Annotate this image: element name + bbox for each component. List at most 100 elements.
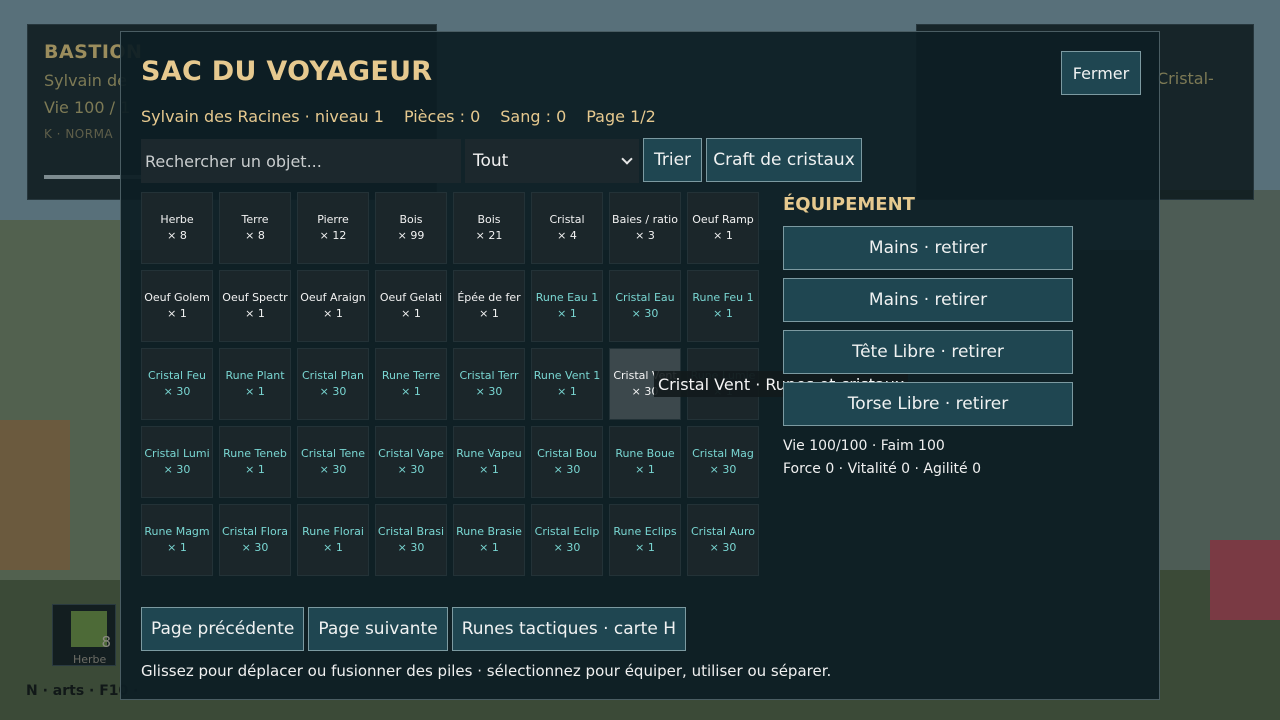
inventory-slot[interactable]: Terre × 8 (219, 192, 291, 264)
inventory-slot[interactable]: Cristal Brasi × 30 (375, 504, 447, 576)
blood-count: Sang : 0 (500, 107, 567, 126)
item-name: Rune Terre (381, 369, 441, 382)
inventory-slot[interactable]: Rune Eau 1 × 1 (531, 270, 603, 342)
search-input[interactable] (141, 139, 461, 183)
item-name: Épée de fer (457, 291, 521, 304)
inventory-slot[interactable]: Cristal Lumi × 30 (141, 426, 213, 498)
player-name-level: Sylvain des Racines · niveau 1 (141, 107, 384, 126)
inventory-slot[interactable]: Cristal Flora × 30 (219, 504, 291, 576)
stats-attributes: Force 0 · Vitalité 0 · Agilité 0 (783, 461, 981, 477)
red-block (1210, 540, 1280, 620)
item-name: Rune Teneb (223, 447, 287, 460)
item-name: Rune Eau 1 (535, 291, 599, 304)
item-count: × 30 (553, 541, 581, 554)
inventory-slot[interactable]: Rune Florai × 1 (297, 504, 369, 576)
close-button[interactable]: Fermer (1061, 51, 1141, 95)
inventory-slot[interactable]: Rune Plant × 1 (219, 348, 291, 420)
item-name: Bois (477, 213, 501, 226)
tactical-runes-button[interactable]: Runes tactiques · carte H (451, 607, 686, 651)
inventory-slot[interactable]: Pierre × 12 (297, 192, 369, 264)
equip-slot-hands-2[interactable]: Mains · retirer (783, 278, 1073, 322)
item-count: × 1 (401, 385, 421, 398)
item-count: × 1 (479, 463, 499, 476)
category-filter-select[interactable]: Tout (465, 139, 639, 183)
item-name: Rune Vent 1 (533, 369, 601, 382)
inventory-slot[interactable]: Rune Eclips × 1 (609, 504, 681, 576)
item-name: Rune Brasie (456, 525, 522, 538)
inventory-slot[interactable]: Rune Teneb × 1 (219, 426, 291, 498)
inventory-slot[interactable]: Rune Terre × 1 (375, 348, 447, 420)
item-name: Cristal Plan (302, 369, 364, 382)
item-name: Cristal Mag (692, 447, 754, 460)
item-count: × 30 (709, 541, 737, 554)
item-count: × 1 (401, 307, 421, 320)
crate-block (0, 420, 70, 570)
item-count: × 30 (163, 463, 191, 476)
inventory-slot[interactable]: Oeuf Gelati × 1 (375, 270, 447, 342)
inventory-slot[interactable]: Baies / ratio × 3 (609, 192, 681, 264)
item-name: Cristal Eau (615, 291, 675, 304)
item-count: × 1 (245, 385, 265, 398)
item-count: × 30 (163, 385, 191, 398)
item-count: × 3 (635, 229, 655, 242)
inventory-slot[interactable]: Oeuf Araign × 1 (297, 270, 369, 342)
item-count: × 1 (635, 463, 655, 476)
item-name: Cristal Feu (147, 369, 207, 382)
item-count: × 21 (475, 229, 503, 242)
equip-slot-torso[interactable]: Torse Libre · retirer (783, 382, 1073, 426)
inventory-slot[interactable]: Cristal Bou × 30 (531, 426, 603, 498)
hotbar-slot[interactable]: 8 Herbe (52, 604, 116, 666)
item-count: × 1 (713, 229, 733, 242)
modal-title: SAC DU VOYAGEUR (141, 56, 433, 87)
inventory-slot[interactable]: Oeuf Golem × 1 (141, 270, 213, 342)
item-name: Cristal Tene (301, 447, 365, 460)
item-count: × 30 (397, 463, 425, 476)
stats-vitals: Vie 100/100 · Faim 100 (783, 438, 945, 454)
hotbar-count: 8 (101, 633, 111, 651)
equip-slot-head[interactable]: Tête Libre · retirer (783, 330, 1073, 374)
inventory-slot[interactable]: Cristal Feu × 30 (141, 348, 213, 420)
quest-text-partial: Cristal- (1157, 69, 1214, 88)
equip-slot-hands-1[interactable]: Mains · retirer (783, 226, 1073, 270)
inventory-slot[interactable]: Herbe × 8 (141, 192, 213, 264)
previous-page-button[interactable]: Page précédente (141, 607, 305, 651)
hotbar-item-name: Herbe (73, 653, 107, 666)
item-name: Oeuf Ramp (692, 213, 754, 226)
item-count: × 1 (245, 307, 265, 320)
inventory-slot[interactable]: Oeuf Ramp × 1 (687, 192, 759, 264)
sort-button[interactable]: Trier (643, 138, 702, 182)
inventory-slot[interactable]: Bois × 99 (375, 192, 447, 264)
inventory-slot[interactable]: Oeuf Spectr × 1 (219, 270, 291, 342)
item-count: × 30 (319, 385, 347, 398)
inventory-slot[interactable]: Cristal Mag × 30 (687, 426, 759, 498)
item-name: Rune Vapeu (456, 447, 522, 460)
item-name: Oeuf Gelati (379, 291, 443, 304)
item-name: Oeuf Araign (300, 291, 366, 304)
inventory-slot[interactable]: Cristal Vape × 30 (375, 426, 447, 498)
inventory-slot[interactable]: Cristal Terr × 30 (453, 348, 525, 420)
item-count: × 1 (167, 307, 187, 320)
inventory-slot[interactable]: Cristal Plan × 30 (297, 348, 369, 420)
inventory-slot[interactable]: Cristal Eau × 30 (609, 270, 681, 342)
inventory-modal: SAC DU VOYAGEUR Fermer Sylvain des Racin… (120, 31, 1160, 700)
next-page-button[interactable]: Page suivante (308, 607, 448, 651)
inventory-slot[interactable]: Rune Vapeu × 1 (453, 426, 525, 498)
item-name: Cristal Auro (690, 525, 756, 538)
inventory-slot[interactable]: Bois × 21 (453, 192, 525, 264)
inventory-slot[interactable]: Cristal Auro × 30 (687, 504, 759, 576)
inventory-slot[interactable]: Rune Feu 1 × 1 (687, 270, 759, 342)
item-count: × 1 (323, 541, 343, 554)
inventory-slot[interactable]: Rune Vent 1 × 1 (531, 348, 603, 420)
pagination-bar: Page précédente Page suivante Runes tact… (141, 607, 686, 651)
inventory-slot[interactable]: Épée de fer × 1 (453, 270, 525, 342)
inventory-slot[interactable]: Cristal Eclip × 30 (531, 504, 603, 576)
inventory-slot[interactable]: Rune Boue × 1 (609, 426, 681, 498)
inventory-slot[interactable]: Cristal × 4 (531, 192, 603, 264)
item-count: × 99 (397, 229, 425, 242)
inventory-slot[interactable]: Rune Magm × 1 (141, 504, 213, 576)
crystal-craft-button[interactable]: Craft de cristaux (706, 138, 862, 182)
item-name: Baies / ratio (612, 213, 678, 226)
inventory-slot[interactable]: Cristal Tene × 30 (297, 426, 369, 498)
item-name: Cristal (549, 213, 585, 226)
inventory-slot[interactable]: Rune Brasie × 1 (453, 504, 525, 576)
